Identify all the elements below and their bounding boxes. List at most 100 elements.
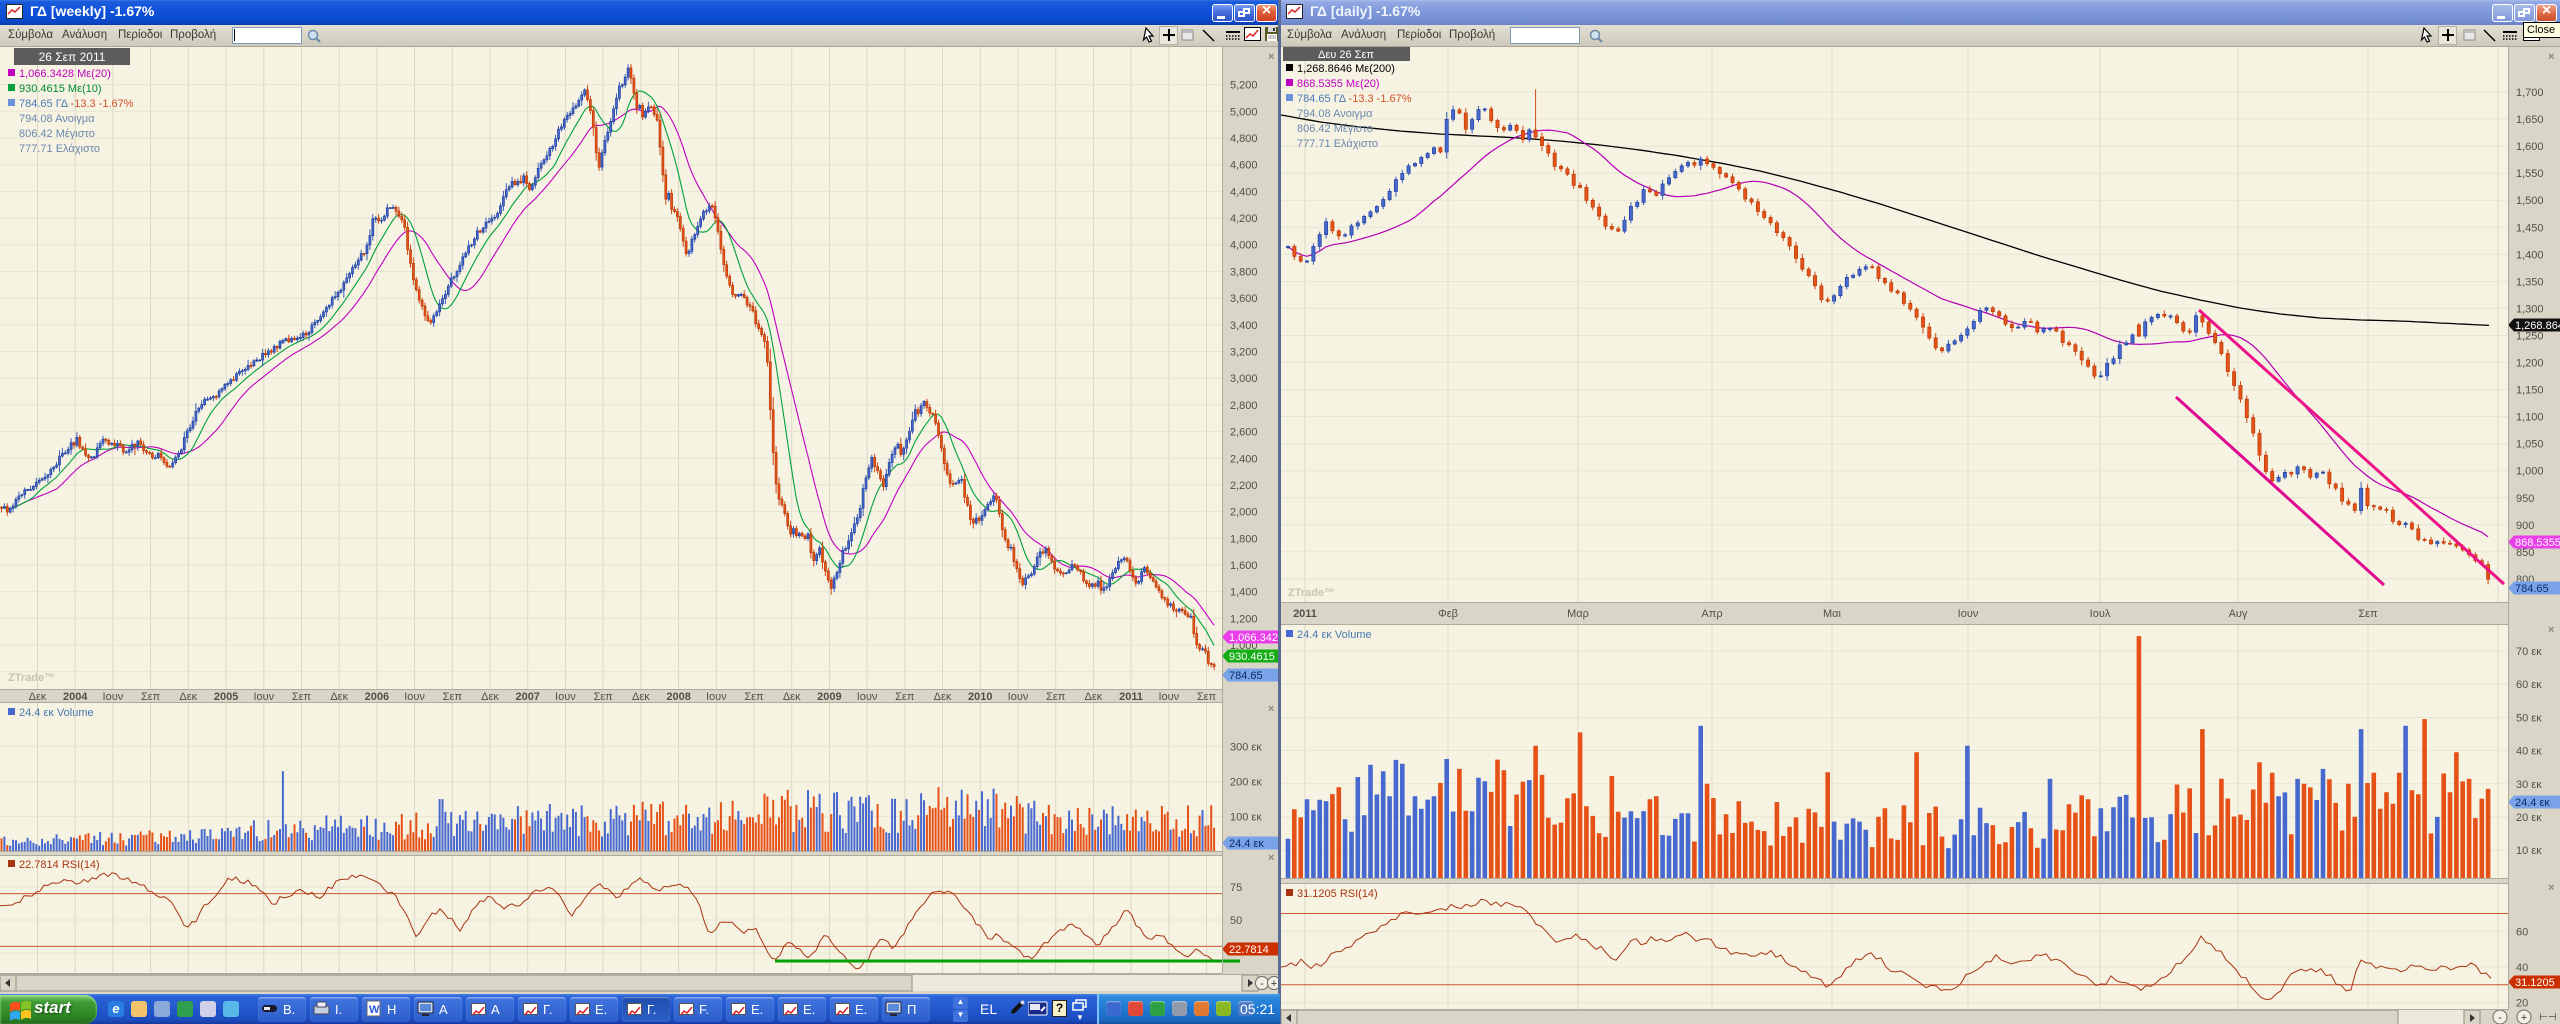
svg-text:2009: 2009 [817,691,841,703]
svg-text:900: 900 [2516,520,2534,532]
svg-text:+: + [1271,978,1277,990]
svg-text:50 εκ: 50 εκ [2516,712,2542,724]
svg-text:1,150: 1,150 [2516,385,2544,397]
svg-text:930.4615 Με(10): 930.4615 Με(10) [19,83,102,95]
svg-text:1,500: 1,500 [2516,195,2544,207]
svg-text:806.42 Μέγιστο: 806.42 Μέγιστο [19,128,95,140]
svg-text:+: + [2521,1012,2527,1024]
svg-text:2011: 2011 [1119,691,1143,703]
svg-text:4,000: 4,000 [1230,240,1258,252]
svg-text:1,066.3428 Με(20): 1,066.3428 Με(20) [19,68,111,80]
svg-text:3,600: 3,600 [1230,293,1258,305]
svg-text:3,800: 3,800 [1230,266,1258,278]
svg-text:Ιουν: Ιουν [555,691,576,703]
svg-text:Δευ 26 Σεπ: Δευ 26 Σεπ [1318,49,1374,61]
svg-text:Ιουν: Ιουν [857,691,878,703]
svg-text:2006: 2006 [365,691,389,703]
svg-text:Δεκ: Δεκ [783,691,801,703]
svg-text:10 εκ: 10 εκ [2516,845,2542,857]
svg-text:Δεκ: Δεκ [330,691,348,703]
svg-text:868.5355: 868.5355 [2515,537,2560,549]
svg-text:2,200: 2,200 [1230,480,1258,492]
svg-text:Ιουν: Ιουν [1008,691,1029,703]
svg-text:Ιουν: Ιουν [1158,691,1179,703]
svg-text:2004: 2004 [63,691,88,703]
svg-text:31.1205: 31.1205 [2515,977,2555,989]
svg-text:60 εκ: 60 εκ [2516,679,2542,691]
svg-text:×: × [1268,51,1274,63]
svg-text:Σεπ: Σεπ [744,691,764,703]
svg-text:30 εκ: 30 εκ [2516,779,2542,791]
svg-text:868.5355 Με(20): 868.5355 Με(20) [1297,78,1380,90]
svg-text:784.65 ΓΔ -13.3 -1.67%: 784.65 ΓΔ -13.3 -1.67% [19,98,134,110]
svg-text:⊢⊣: ⊢⊣ [2539,1012,2556,1023]
svg-text:930.4615: 930.4615 [1229,651,1275,663]
svg-text:ZTrade™: ZTrade™ [8,672,55,684]
svg-text:22.7814 RSI(14): 22.7814 RSI(14) [19,859,100,871]
svg-text:1,700: 1,700 [2516,87,2544,99]
svg-text:794.08 Ανοιγμα: 794.08 Ανοιγμα [19,113,95,125]
svg-text:Σεπ: Σεπ [1197,691,1217,703]
svg-text:Ιουν: Ιουν [253,691,274,703]
svg-text:2007: 2007 [515,691,539,703]
svg-text:777.71 Ελάχιστο: 777.71 Ελάχιστο [19,143,100,155]
svg-text:2,800: 2,800 [1230,400,1258,412]
svg-text:75: 75 [1230,882,1242,894]
svg-text:-: - [1260,978,1264,990]
svg-text:Δεκ: Δεκ [179,691,197,703]
svg-text:Ιουν: Ιουν [706,691,727,703]
svg-text:950: 950 [2516,493,2534,505]
svg-text:1,350: 1,350 [2516,276,2544,288]
svg-text:2,600: 2,600 [1230,427,1258,439]
svg-text:24.4 εκ: 24.4 εκ [2515,797,2550,809]
svg-text:Ιουν: Ιουν [103,691,124,703]
svg-text:Ιουλ: Ιουλ [2090,608,2111,620]
svg-text:3,400: 3,400 [1230,320,1258,332]
svg-text:Σεπ: Σεπ [2358,608,2378,620]
svg-text:100 εκ: 100 εκ [1230,812,1262,824]
svg-text:2,400: 2,400 [1230,453,1258,465]
svg-text:50: 50 [1230,915,1242,927]
svg-text:Σεπ: Σεπ [443,691,463,703]
svg-text:Ιουν: Ιουν [404,691,425,703]
svg-text:×: × [1268,852,1274,864]
svg-text:60: 60 [2516,926,2528,938]
svg-text:Μαι: Μαι [1823,608,1842,620]
svg-text:1,050: 1,050 [2516,439,2544,451]
svg-text:40 εκ: 40 εκ [2516,746,2542,758]
svg-text:4,600: 4,600 [1230,160,1258,172]
svg-text:3,000: 3,000 [1230,373,1258,385]
svg-text:4,200: 4,200 [1230,213,1258,225]
svg-text:300 εκ: 300 εκ [1230,742,1262,754]
svg-text:1,066.342: 1,066.342 [1229,632,1278,644]
svg-text:2,000: 2,000 [1230,507,1258,519]
svg-text:806.42 Μέγιστο: 806.42 Μέγιστο [1297,123,1373,135]
svg-text:1,250: 1,250 [2516,331,2544,343]
svg-text:Σεπ: Σεπ [1046,691,1066,703]
svg-text:Ιουν: Ιουν [1958,608,1979,620]
svg-text:777.71 Ελάχιστο: 777.71 Ελάχιστο [1297,138,1378,150]
svg-text:1,450: 1,450 [2516,222,2544,234]
svg-text:Δεκ: Δεκ [934,691,952,703]
svg-text:-: - [2498,1012,2502,1024]
svg-text:1,400: 1,400 [1230,587,1258,599]
svg-text:31.1205 RSI(14): 31.1205 RSI(14) [1297,888,1378,900]
svg-text:Δεκ: Δεκ [481,691,499,703]
svg-text:Απρ: Απρ [1701,608,1722,620]
svg-text:×: × [1268,703,1274,715]
svg-text:784.65: 784.65 [2515,583,2549,595]
svg-text:1,800: 1,800 [1230,533,1258,545]
svg-text:200 εκ: 200 εκ [1230,777,1262,789]
svg-text:1,300: 1,300 [2516,303,2544,315]
svg-text:1,600: 1,600 [2516,141,2544,153]
svg-text:1,600: 1,600 [1230,560,1258,572]
svg-text:5,000: 5,000 [1230,106,1258,118]
svg-text:26 Σεπ 2011: 26 Σεπ 2011 [39,50,106,64]
svg-text:1,550: 1,550 [2516,168,2544,180]
svg-text:5,200: 5,200 [1230,80,1258,92]
svg-text:1,000: 1,000 [2516,466,2544,478]
svg-text:24.4 εκ Volume: 24.4 εκ Volume [19,707,94,719]
svg-text:1,650: 1,650 [2516,114,2544,126]
svg-text:1,100: 1,100 [2516,412,2544,424]
svg-text:1,400: 1,400 [2516,249,2544,261]
